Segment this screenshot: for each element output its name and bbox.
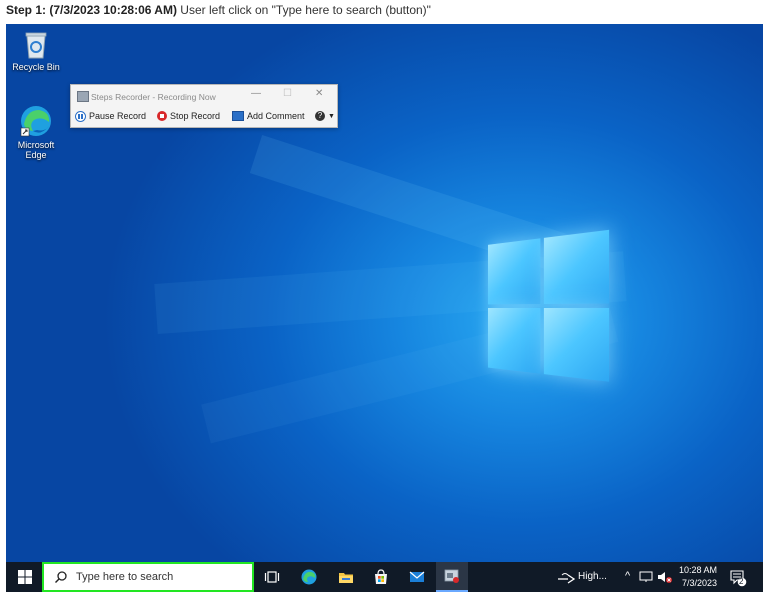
pause-record-button[interactable]: Pause Record	[75, 109, 146, 123]
chevron-down-icon: ▼	[328, 113, 335, 120]
windows-logo	[488, 230, 611, 387]
recycle-bin-icon	[23, 30, 49, 60]
close-button[interactable]: ✕	[315, 88, 323, 99]
logo-pane	[488, 238, 540, 304]
edge-taskbar-icon[interactable]	[301, 569, 317, 585]
task-view-icon[interactable]	[264, 569, 280, 585]
add-comment-button[interactable]: Add Comment	[232, 109, 305, 123]
notification-count: 2	[739, 577, 743, 586]
network-label[interactable]: High...	[578, 571, 607, 582]
stop-record-label: Stop Record	[170, 111, 220, 121]
start-button[interactable]	[17, 569, 33, 585]
chevron-up-icon[interactable]: ^	[625, 570, 630, 582]
notification-icon[interactable]	[729, 569, 747, 587]
clock-time[interactable]: 10:28 AM	[679, 565, 717, 575]
pause-record-label: Pause Record	[89, 111, 146, 121]
steps-recorder-icon	[77, 91, 89, 102]
desktop-icon-edge[interactable]: Microsoft Edge	[6, 104, 66, 160]
comment-icon	[232, 111, 244, 121]
volume-muted-icon[interactable]	[657, 570, 673, 584]
steps-recorder-taskbar-button[interactable]	[436, 562, 468, 592]
file-explorer-icon[interactable]	[338, 569, 354, 585]
microsoft-store-icon[interactable]	[373, 569, 389, 585]
maximize-button[interactable]: ☐	[283, 88, 292, 99]
help-icon: ?	[315, 111, 325, 121]
help-dropdown-button[interactable]: ? ▼	[315, 109, 335, 123]
edge-label-line2: Edge	[25, 150, 46, 160]
step-description: User left click on "Type here to search …	[177, 3, 431, 17]
search-icon	[54, 570, 68, 584]
stop-record-button[interactable]: Stop Record	[157, 109, 220, 123]
edge-label-line1: Microsoft	[18, 140, 55, 150]
clock-date[interactable]: 7/3/2023	[682, 578, 717, 588]
logo-pane	[488, 308, 540, 374]
add-comment-label: Add Comment	[247, 111, 305, 121]
recycle-bin-label: Recycle Bin	[12, 62, 60, 72]
edge-icon	[19, 104, 53, 138]
steps-recorder-title: Steps Recorder - Recording Now	[91, 92, 216, 102]
logo-pane	[544, 308, 609, 382]
mail-icon[interactable]	[409, 569, 425, 585]
taskbar: Type here to search High... ^ 10:28 AM 7…	[6, 562, 763, 592]
stop-icon	[157, 111, 167, 121]
search-placeholder: Type here to search	[76, 571, 173, 583]
steps-recorder-window[interactable]: Steps Recorder - Recording Now — ☐ ✕ Pau…	[70, 84, 338, 128]
minimize-button[interactable]: —	[251, 88, 261, 99]
desktop-icon-recycle-bin[interactable]: Recycle Bin	[6, 30, 66, 72]
steps-recorder-taskbar-icon	[444, 568, 460, 584]
step-header: Step 1: (7/3/2023 10:28:06 AM)	[6, 3, 177, 17]
desktop-screen: Recycle Bin Microsoft Edge Steps Recorde…	[6, 24, 763, 592]
taskbar-search-box[interactable]: Type here to search	[42, 562, 254, 592]
pause-icon	[75, 111, 86, 122]
step-caption: Step 1: (7/3/2023 10:28:06 AM) User left…	[6, 3, 431, 17]
network-icon[interactable]	[557, 570, 575, 584]
monitor-icon[interactable]	[639, 571, 653, 583]
logo-pane	[544, 230, 609, 304]
